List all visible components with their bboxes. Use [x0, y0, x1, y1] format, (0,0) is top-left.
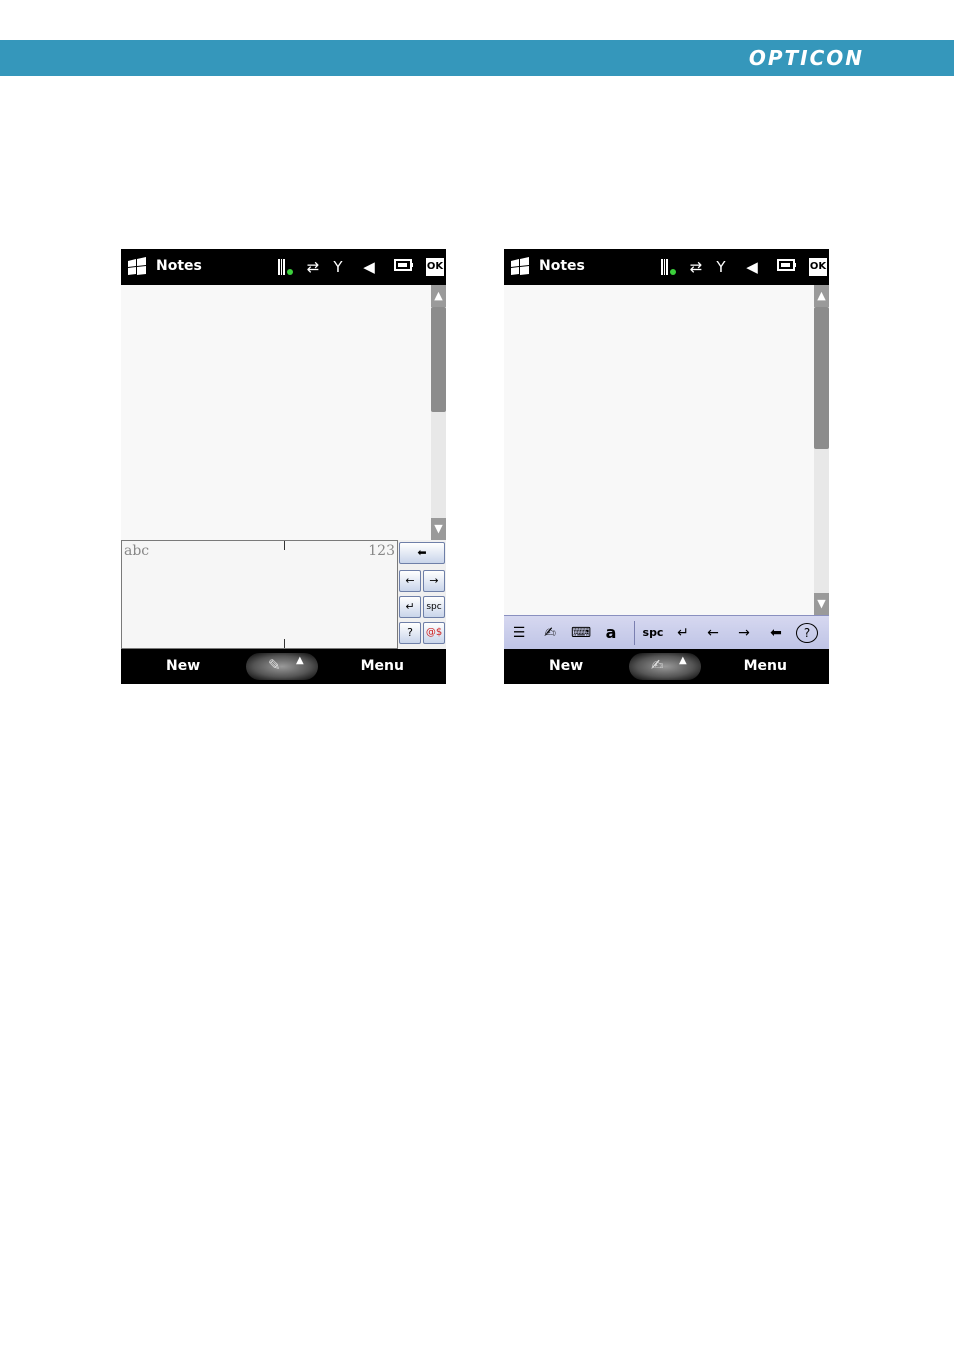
sip-menu-arrow-icon: ▲ [296, 655, 304, 666]
softkey-bar: New ✎ ▲ Menu [121, 649, 446, 684]
help-key[interactable]: ? [399, 622, 421, 644]
notes-writing-area[interactable] [121, 285, 431, 540]
keyboard-icon[interactable]: ⌨ [568, 622, 594, 644]
numbers-zone-label: 123 [368, 543, 395, 559]
speaker-muted-icon[interactable]: ◀ [359, 257, 379, 277]
menu-softkey[interactable]: Menu [744, 658, 787, 674]
recognizer-mode-icon[interactable]: ✍ [537, 622, 563, 644]
new-softkey[interactable]: New [166, 658, 200, 674]
right-arrow-key[interactable]: → [423, 570, 445, 592]
enter-button[interactable]: ↵ [672, 622, 694, 644]
windows-start-icon[interactable] [509, 257, 531, 277]
left-arrow-button[interactable]: ← [702, 622, 724, 644]
title-bar: Notes ⇄ Y ◀ OK [504, 249, 829, 285]
scroll-down-button[interactable]: ▼ [814, 593, 829, 615]
device-screen-letter-recognizer: Notes ⇄ Y ◀ OK ▲ ▼ abc 123 ⬅ ← → ↵ spc ?… [121, 249, 446, 684]
ok-button[interactable]: OK [809, 258, 827, 276]
enter-key[interactable]: ↵ [399, 596, 421, 618]
vertical-scrollbar[interactable]: ▲ ▼ [814, 285, 829, 615]
zone-divider-top [284, 541, 285, 550]
app-title: Notes [539, 258, 585, 274]
options-list-icon[interactable]: ☰ [508, 622, 530, 644]
right-arrow-button[interactable]: → [733, 622, 755, 644]
transcriber-toolbar: ☰ ✍ ⌨ a spc ↵ ← → ⬅ ? [504, 615, 829, 649]
signal-antenna-icon[interactable]: Y [711, 257, 731, 277]
battery-icon[interactable] [394, 257, 414, 277]
softkey-bar: New ✍ ▲ Menu [504, 649, 829, 684]
zone-divider-bottom [284, 639, 285, 648]
signal-antenna-icon[interactable]: Y [328, 257, 348, 277]
ok-button[interactable]: OK [426, 258, 444, 276]
opticon-header-bar: OPTICON [0, 40, 954, 76]
device-screen-transcriber: Notes ⇄ Y ◀ OK ▲ ▼ ☰ ✍ ⌨ a spc ↵ ← → ⬅ ?… [504, 249, 829, 684]
sync-arrows-icon[interactable]: ⇄ [303, 257, 323, 277]
menu-softkey[interactable]: Menu [361, 658, 404, 674]
input-panel-button[interactable]: ✎ ▲ [246, 653, 318, 680]
scroll-thumb[interactable] [814, 307, 829, 449]
scroll-thumb[interactable] [431, 307, 446, 412]
sip-menu-arrow-icon: ▲ [679, 655, 687, 666]
left-arrow-key[interactable]: ← [399, 570, 421, 592]
toolbar-separator [634, 621, 635, 645]
sync-arrows-icon[interactable]: ⇄ [686, 257, 706, 277]
help-button[interactable]: ? [796, 623, 818, 643]
title-bar: Notes ⇄ Y ◀ OK [121, 249, 446, 285]
recognizer-keypad: ⬅ ← → ↵ spc ? @$ [398, 540, 446, 649]
scroll-up-button[interactable]: ▲ [431, 285, 446, 307]
new-softkey[interactable]: New [549, 658, 583, 674]
backspace-button[interactable]: ⬅ [765, 622, 787, 644]
space-button[interactable]: spc [640, 622, 666, 644]
transcriber-pen-icon: ✍ [651, 656, 664, 674]
speaker-muted-icon[interactable]: ◀ [742, 257, 762, 277]
notes-writing-area[interactable] [504, 285, 814, 615]
barcode-icon[interactable] [659, 257, 679, 277]
scroll-down-button[interactable]: ▼ [431, 518, 446, 540]
input-panel-button[interactable]: ✍ ▲ [629, 653, 701, 680]
letter-recognizer-writing-pad[interactable]: abc 123 [121, 540, 398, 649]
opticon-logo: OPTICON [748, 46, 864, 70]
barcode-icon[interactable] [276, 257, 296, 277]
pen-icon: ✎ [268, 656, 281, 674]
symbols-key[interactable]: @$ [423, 622, 445, 644]
windows-start-icon[interactable] [126, 257, 148, 277]
app-title: Notes [156, 258, 202, 274]
letter-shapes-button[interactable]: a [602, 622, 620, 644]
space-key[interactable]: spc [423, 596, 445, 618]
battery-icon[interactable] [777, 257, 797, 277]
scroll-up-button[interactable]: ▲ [814, 285, 829, 307]
backspace-key[interactable]: ⬅ [399, 542, 445, 564]
vertical-scrollbar[interactable]: ▲ ▼ [431, 285, 446, 540]
abc-zone-label: abc [124, 543, 150, 559]
